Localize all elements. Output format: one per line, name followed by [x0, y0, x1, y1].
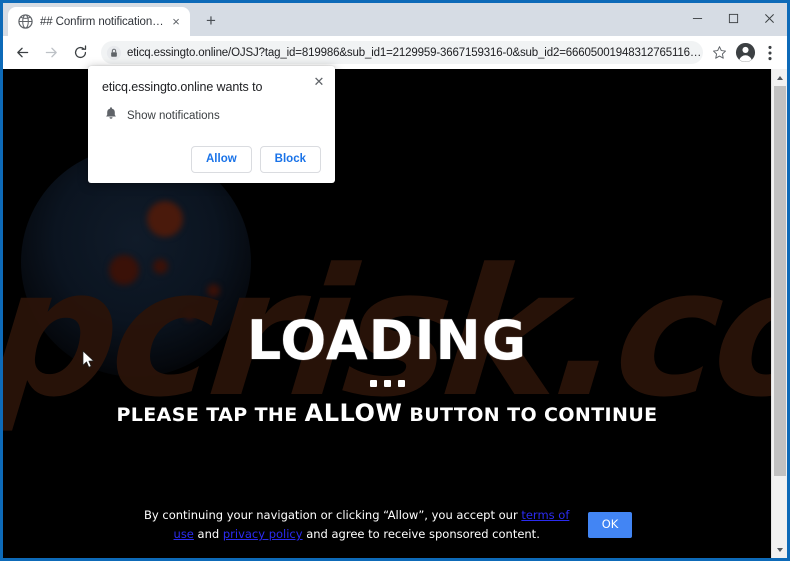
loading-title: LOADING [246, 309, 528, 372]
loading-dot [397, 380, 405, 387]
consent-text-part2: and [193, 527, 223, 542]
browser-toolbar: eticq.essingto.online/OJSJ?tag_id=819986… [3, 36, 787, 69]
tab-close-icon[interactable]: × [168, 14, 184, 30]
subtitle-after: BUTTON TO CONTINUE [402, 404, 658, 426]
subtitle-emphasis: ALLOW [304, 399, 403, 427]
reload-icon[interactable] [67, 39, 94, 66]
back-arrow-icon[interactable] [9, 39, 36, 66]
loading-dots [3, 380, 771, 387]
loading-block: LOADING PLEASE TAP THE ALLOW BUTTON TO C… [3, 309, 771, 426]
block-button[interactable]: Block [259, 146, 321, 173]
bell-icon [104, 106, 118, 126]
popup-origin-text: eticq.essingto.online wants to [102, 80, 263, 94]
loading-subtitle: PLEASE TAP THE ALLOW BUTTON TO CONTINUE [3, 401, 771, 425]
browser-window: ## Confirm notifications ## × + eticq.es… [0, 0, 790, 561]
notification-permission-popup: ✕ eticq.essingto.online wants to Show no… [88, 66, 335, 183]
browser-tab[interactable]: ## Confirm notifications ## × [8, 7, 190, 36]
allow-button[interactable]: Allow [191, 146, 252, 173]
minimize-button[interactable] [679, 3, 715, 34]
globe-icon [18, 14, 33, 29]
scrollbar-track[interactable] [772, 86, 787, 541]
consent-banner: By continuing your navigation or clickin… [3, 496, 771, 558]
loading-dot [369, 380, 377, 387]
new-tab-button[interactable]: + [200, 9, 222, 31]
forward-arrow-icon [38, 39, 65, 66]
subtitle-before: PLEASE TAP THE [116, 404, 305, 426]
tab-title: ## Confirm notifications ## [40, 15, 168, 28]
loading-dot [383, 380, 391, 387]
consent-text: By continuing your navigation or clickin… [142, 506, 572, 544]
scroll-up-arrow-icon[interactable] [772, 69, 787, 86]
lock-icon[interactable] [105, 44, 123, 62]
consent-text-part1: By continuing your navigation or clickin… [144, 508, 522, 523]
three-dot-menu-icon[interactable] [759, 40, 781, 66]
close-window-button[interactable] [751, 3, 787, 34]
url-text: eticq.essingto.online/OJSJ?tag_id=819986… [127, 46, 703, 59]
window-controls [679, 3, 787, 34]
tab-strip: ## Confirm notifications ## × + [3, 3, 787, 36]
avatar-icon[interactable] [731, 39, 759, 67]
star-icon[interactable] [707, 41, 731, 65]
scroll-down-arrow-icon[interactable] [772, 541, 787, 558]
vertical-scrollbar[interactable] [771, 69, 787, 558]
popup-permission-row: Show notifications [102, 106, 321, 126]
ok-button[interactable]: OK [587, 512, 633, 538]
scrollbar-thumb[interactable] [774, 86, 786, 476]
popup-permission-label: Show notifications [127, 110, 220, 122]
maximize-button[interactable] [715, 3, 751, 34]
popup-actions: Allow Block [102, 146, 321, 173]
privacy-policy-link[interactable]: privacy policy [223, 527, 303, 541]
address-bar[interactable]: eticq.essingto.online/OJSJ?tag_id=819986… [101, 41, 703, 64]
popup-close-icon[interactable]: ✕ [311, 73, 327, 89]
consent-text-part3: and agree to receive sponsored content. [302, 527, 540, 542]
